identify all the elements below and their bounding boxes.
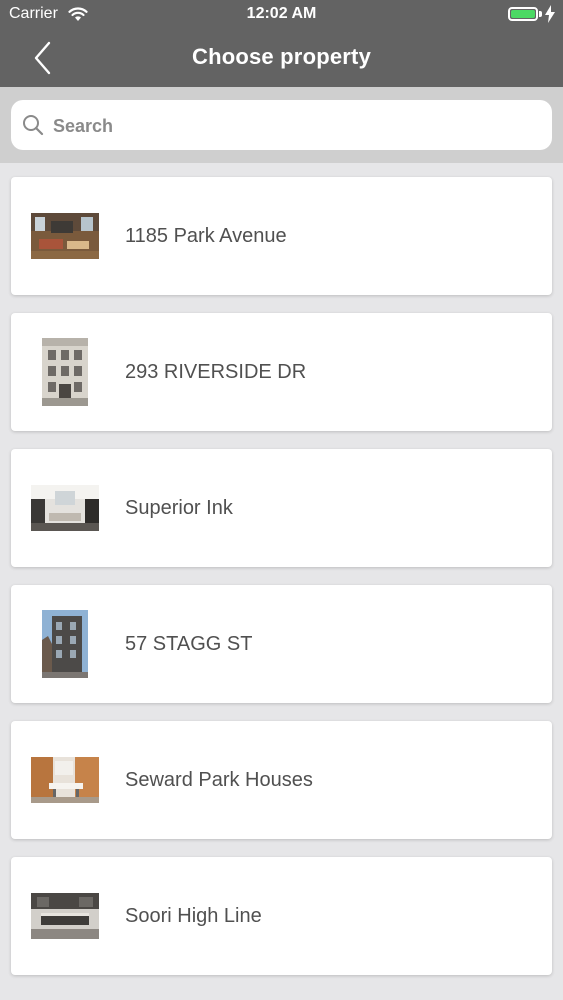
property-card-57-stagg-st[interactable]: 57 STAGG ST — [11, 585, 552, 703]
interior-living-photo — [31, 485, 99, 531]
dining-room-photo — [31, 757, 99, 803]
property-name: 1185 Park Avenue — [125, 225, 287, 247]
battery-nub — [539, 11, 542, 17]
search-input[interactable] — [51, 108, 535, 144]
battery-icon — [508, 7, 538, 21]
kitchen-photo — [31, 893, 99, 939]
clock-time: 12:02 AM — [246, 5, 317, 22]
search-bar-container — [0, 87, 563, 163]
search-icon — [23, 115, 44, 136]
property-card-superior-ink[interactable]: Superior Ink — [11, 449, 552, 567]
property-name: 57 STAGG ST — [125, 633, 253, 655]
property-list: 1185 Park Avenue 293 RIVERSIDE DR Superi… — [11, 177, 552, 993]
building-exterior-photo — [42, 610, 88, 678]
battery-fill — [511, 10, 535, 18]
charging-bolt-icon — [545, 5, 555, 23]
page-title: Choose property — [191, 44, 372, 69]
header: Carrier 12:02 AM Choose property — [0, 0, 563, 87]
search-box[interactable] — [11, 100, 552, 150]
property-card-293-riverside-dr[interactable]: 293 RIVERSIDE DR — [11, 313, 552, 431]
property-card-soori-high-line[interactable]: Soori High Line — [11, 857, 552, 975]
property-card-seward-park-houses[interactable]: Seward Park Houses — [11, 721, 552, 839]
navigation-bar: Choose property — [0, 30, 563, 87]
property-name: Superior Ink — [125, 497, 233, 519]
property-name: 293 RIVERSIDE DR — [125, 361, 307, 383]
property-name: Soori High Line — [125, 905, 262, 927]
building-facade-photo — [42, 338, 88, 406]
property-name: Seward Park Houses — [125, 769, 313, 791]
interior-room-photo — [31, 213, 99, 259]
status-bar: Carrier 12:02 AM — [0, 0, 563, 30]
property-card-1185-park-avenue[interactable]: 1185 Park Avenue — [11, 177, 552, 295]
